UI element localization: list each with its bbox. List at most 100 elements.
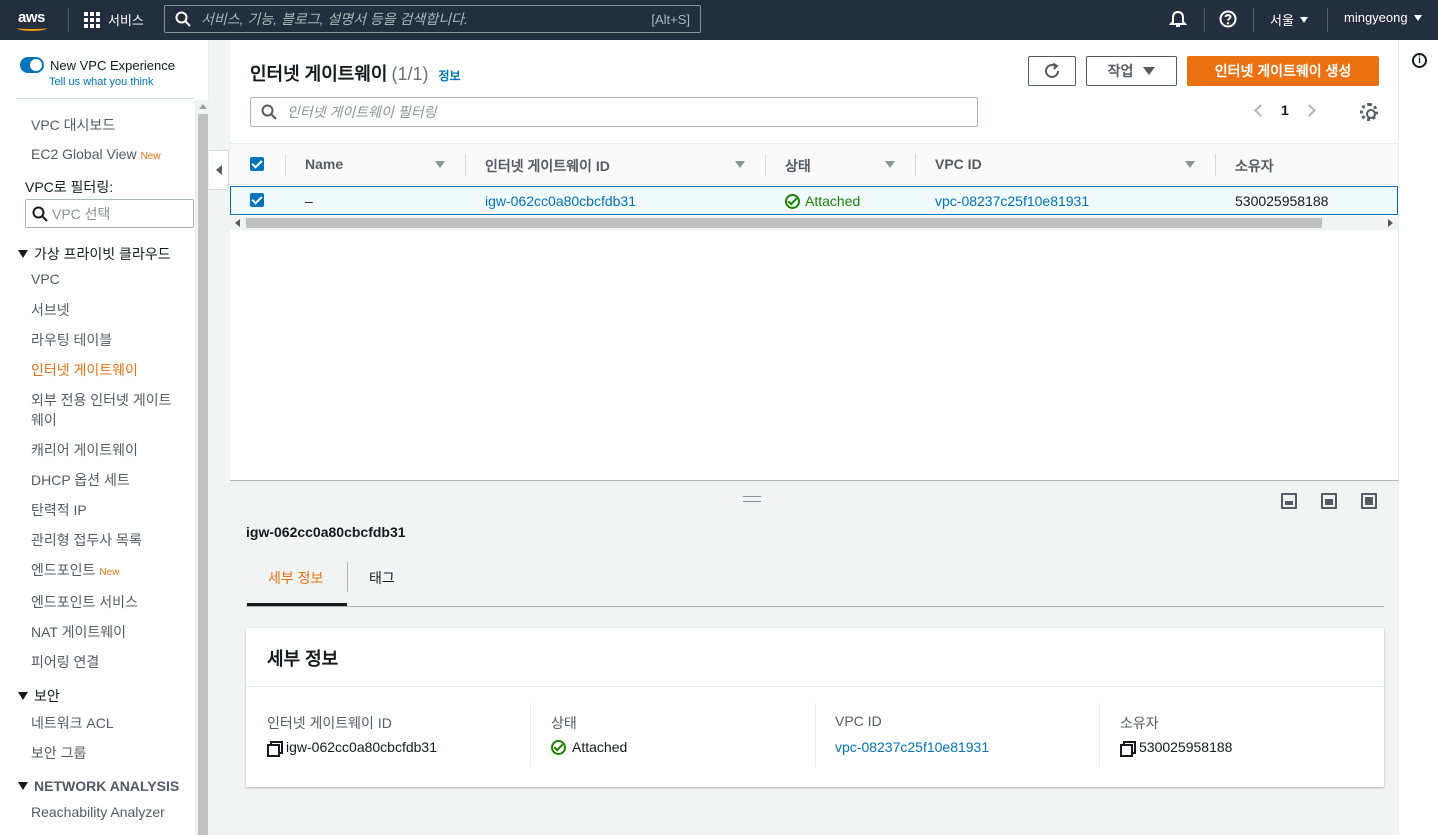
column-header-state[interactable]: 상태 [785,156,811,176]
sort-icon[interactable] [1185,161,1195,168]
help-button[interactable] [1219,10,1237,28]
cell-vpc-id-link[interactable]: vpc-08237c25f10e81931 [935,193,1089,209]
sidebar-item-label: 관리형 접두사 목록 [31,532,142,548]
sidebar-item-elastic-ip[interactable]: 탄력적 IP [31,500,87,520]
sidebar-item-peering[interactable]: 피어링 연결 [31,652,99,672]
column-header-name[interactable]: Name [305,156,343,172]
sidebar-item-managed-prefix-lists[interactable]: 관리형 접두사 목록 [31,530,142,550]
column-header-igw-id[interactable]: 인터넷 게이트웨이 ID [485,156,610,176]
column-header-vpc-id[interactable]: VPC ID [935,156,982,172]
sidebar-item-security-groups[interactable]: 보안 그룹 [31,743,86,763]
active-tab-indicator [247,603,347,606]
cell-igw-id-link[interactable]: igw-062cc0a80cbcfdb31 [485,193,636,209]
sidebar-item-vpc[interactable]: VPC [31,271,60,287]
sidebar-item-dhcp-options[interactable]: DHCP 옵션 세트 [31,470,130,490]
scrollbar-thumb[interactable] [246,218,1322,228]
table-horizontal-scrollbar[interactable] [230,216,1398,230]
sidebar-divider [16,98,194,99]
main-panel: 인터넷 게이트웨이 (1/1) 정보 작업 인터넷 게이트웨이 생성 인터넷 게이트… [230,40,1398,480]
sidebar-item-egress-only-igw[interactable]: 외부 전용 인터넷 게이트 [31,390,171,410]
info-icon[interactable]: i [1412,53,1427,68]
sidebar-item-internet-gateways[interactable]: 인터넷 게이트웨이 [31,360,138,380]
aws-logo[interactable]: aws [16,6,52,34]
scrollbar-thumb[interactable] [198,114,208,835]
sort-icon[interactable] [885,161,895,168]
help-icon [1219,10,1237,28]
sidebar-section-security[interactable]: 보안 [18,686,60,706]
nav-divider [1253,8,1254,32]
search-icon [175,11,191,27]
split-panel-divider[interactable] [230,480,1398,481]
split-bottom-icon[interactable] [1321,493,1337,509]
previous-page-icon[interactable] [1254,103,1267,117]
info-link[interactable]: 정보 [439,69,461,83]
sort-icon[interactable] [735,161,745,168]
column-header-owner[interactable]: 소유자 [1235,156,1274,176]
sidebar-item-reachability-analyzer[interactable]: Reachability Analyzer [31,804,165,820]
field-divider [530,703,531,767]
page-title-text: 인터넷 게이트웨이 [250,64,388,84]
sidebar-item-route-tables[interactable]: 라우팅 테이블 [31,330,112,350]
split-bottom-small-icon[interactable] [1281,493,1297,509]
notifications-button[interactable] [1169,10,1187,28]
region-selector[interactable]: 서울 [1270,10,1308,29]
sidebar-item-subnets[interactable]: 서브넷 [31,300,70,320]
sidebar-scrollbar[interactable] [195,100,209,835]
copy-icon[interactable] [267,740,283,757]
scroll-up-icon[interactable] [199,104,207,109]
sidebar-item-label: VPC [31,271,60,287]
table-filter-input[interactable]: 인터넷 게이트웨이 필터링 [250,97,978,127]
sidebar-item-endpoint-services[interactable]: 엔드포인트 서비스 [31,592,138,612]
settings-gear-icon[interactable] [1360,103,1378,121]
nav-divider [68,8,69,32]
caret-down-icon [1413,14,1422,21]
next-page-icon[interactable] [1302,103,1316,117]
sidebar-item-endpoints[interactable]: 엔드포인트 New [31,560,119,580]
row-checkbox[interactable] [250,193,264,207]
new-badge: New [140,151,161,162]
tab-tags[interactable]: 태그 [369,568,395,588]
sidebar-item-label: 외부 전용 인터넷 게이트 [31,392,172,408]
collapse-sidebar-button[interactable] [209,150,229,190]
sidebar-item-vpc-dashboard[interactable]: VPC 대시보드 [31,115,115,135]
sidebar-item-label: 인터넷 게이트웨이 [31,362,138,378]
vpc-filter-label: VPC로 필터링: [25,179,114,195]
drag-handle-icon[interactable] [743,496,761,502]
sidebar-section-vpc[interactable]: 가상 프라이빗 클라우드 [18,244,171,264]
sidebar-item-carrier-gateways[interactable]: 캐리어 게이트웨이 [31,440,138,460]
actions-dropdown-button[interactable]: 작업 [1086,56,1177,86]
current-page[interactable]: 1 [1281,102,1289,118]
vpc-filter-input[interactable]: VPC 선택 [25,199,194,228]
create-internet-gateway-button[interactable]: 인터넷 게이트웨이 생성 [1187,56,1379,86]
sidebar-item-label: 라우팅 테이블 [31,332,113,348]
field-value-vpc-id-link[interactable]: vpc-08237c25f10e81931 [835,739,989,755]
column-divider [915,154,916,176]
sidebar-item-nat-gateways[interactable]: NAT 게이트웨이 [31,622,126,642]
sidebar-item-label: Reachability Analyzer [31,804,165,820]
scroll-right-icon[interactable] [1388,219,1393,227]
sidebar-item-egress-only-igw-cont[interactable]: 웨이 [31,410,57,430]
feedback-link[interactable]: Tell us what you think [49,76,154,88]
account-menu[interactable]: mingyeong [1344,10,1422,25]
copy-icon[interactable] [1120,740,1136,757]
toggle-switch[interactable] [20,57,44,73]
global-search-input[interactable]: 서비스, 기능, 블로그, 설명서 등을 검색합니다. [Alt+S] [164,5,701,33]
sidebar-item-label: 서브넷 [31,302,70,318]
new-vpc-experience-toggle[interactable]: New VPC Experience [20,57,175,73]
section-label: 보안 [34,688,60,704]
scroll-left-icon[interactable] [235,219,240,227]
sort-icon[interactable] [435,161,445,168]
services-menu-button[interactable]: 서비스 [84,10,144,29]
select-all-checkbox[interactable] [250,157,264,171]
sidebar-section-network-analysis[interactable]: NETWORK ANALYSIS [18,778,179,794]
sidebar-item-ec2-global-view[interactable]: EC2 Global View New [31,146,161,162]
sidebar-item-network-acl[interactable]: 네트워크 ACL [31,713,114,733]
tab-details[interactable]: 세부 정보 [268,568,323,588]
state-text: Attached [805,193,861,209]
field-value-text: Attached [572,739,628,755]
pagination: 1 [1254,102,1316,118]
split-full-icon[interactable] [1361,493,1377,509]
refresh-button[interactable] [1028,56,1076,86]
field-value-text: 530025958188 [1139,739,1233,755]
table-row[interactable]: – igw-062cc0a80cbcfdb31 Attached vpc-082… [230,186,1398,215]
